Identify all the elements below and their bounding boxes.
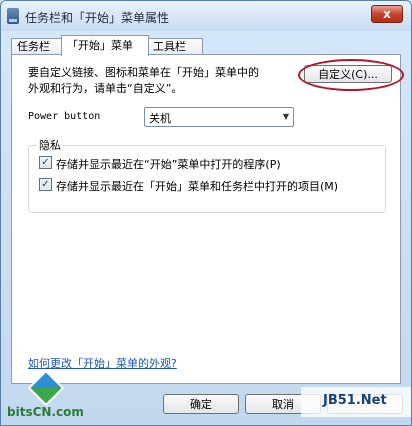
close-button[interactable]: x xyxy=(371,5,403,23)
taskbar-app-icon xyxy=(7,8,19,24)
privacy-group: 隐私 ✓ 存储并显示最近在“开始”菜单中打开的程序(P) ✓ 存储并显示最近在「… xyxy=(28,137,386,213)
power-button-value: 关机 xyxy=(149,112,171,125)
tab-taskbar[interactable]: 任务栏 xyxy=(11,38,63,55)
close-icon: x xyxy=(383,7,391,21)
privacy-group-title: 隐私 xyxy=(37,137,63,153)
tab-label: 工具栏 xyxy=(153,40,186,53)
checkbox-items[interactable]: ✓ xyxy=(39,178,52,191)
help-link[interactable]: 如何更改「开始」菜单的外观? xyxy=(28,355,177,371)
checkmark-icon: ✓ xyxy=(41,179,50,190)
tab-toolbars[interactable]: 工具栏 xyxy=(147,38,203,55)
tab-label: 任务栏 xyxy=(17,40,50,53)
customize-button[interactable]: 自定义(C)... xyxy=(304,65,392,83)
power-button-label: Power button xyxy=(28,111,101,122)
start-menu-panel: 要自定义链接、图标和菜单在「开始」菜单中的 外观和行为，请单击“自定义”。 自定… xyxy=(11,54,404,384)
description-line: 要自定义链接、图标和菜单在「开始」菜单中的 xyxy=(28,66,259,79)
tab-start-menu[interactable]: 「开始」菜单 xyxy=(61,35,149,56)
description-line: 外观和行为，请单击“自定义”。 xyxy=(28,82,183,95)
checkbox-label: 存储并显示最近在“开始”菜单中打开的程序(P) xyxy=(56,158,281,171)
chevron-down-icon: ▼ xyxy=(282,112,290,121)
watermark-left-text: bitsCN.com xyxy=(7,405,84,419)
power-button-select[interactable]: 关机 ▼ xyxy=(144,107,294,127)
customize-description: 要自定义链接、图标和菜单在「开始」菜单中的 外观和行为，请单击“自定义”。 xyxy=(28,65,298,97)
properties-window: 任务栏和「开始」菜单属性 x 任务栏 「开始」菜单 工具栏 要自定义链接、图标和… xyxy=(0,0,412,426)
watermark-right-text: JB51.Net xyxy=(323,393,387,408)
watermark-logo-icon xyxy=(27,369,65,407)
checkmark-icon: ✓ xyxy=(41,157,50,168)
title-bar[interactable]: 任务栏和「开始」菜单属性 x xyxy=(1,1,411,31)
watermark-left: bitsCN.com xyxy=(3,369,95,423)
checkbox-programs[interactable]: ✓ xyxy=(39,156,52,169)
ok-button[interactable]: 确定 xyxy=(163,394,239,414)
watermark-right: JB51.Net xyxy=(301,387,411,417)
tab-label: 「开始」菜单 xyxy=(67,39,133,52)
window-title: 任务栏和「开始」菜单属性 xyxy=(25,11,170,25)
checkbox-label: 存储并显示最近在「开始」菜单和任务栏中打开的项目(M) xyxy=(56,180,339,193)
